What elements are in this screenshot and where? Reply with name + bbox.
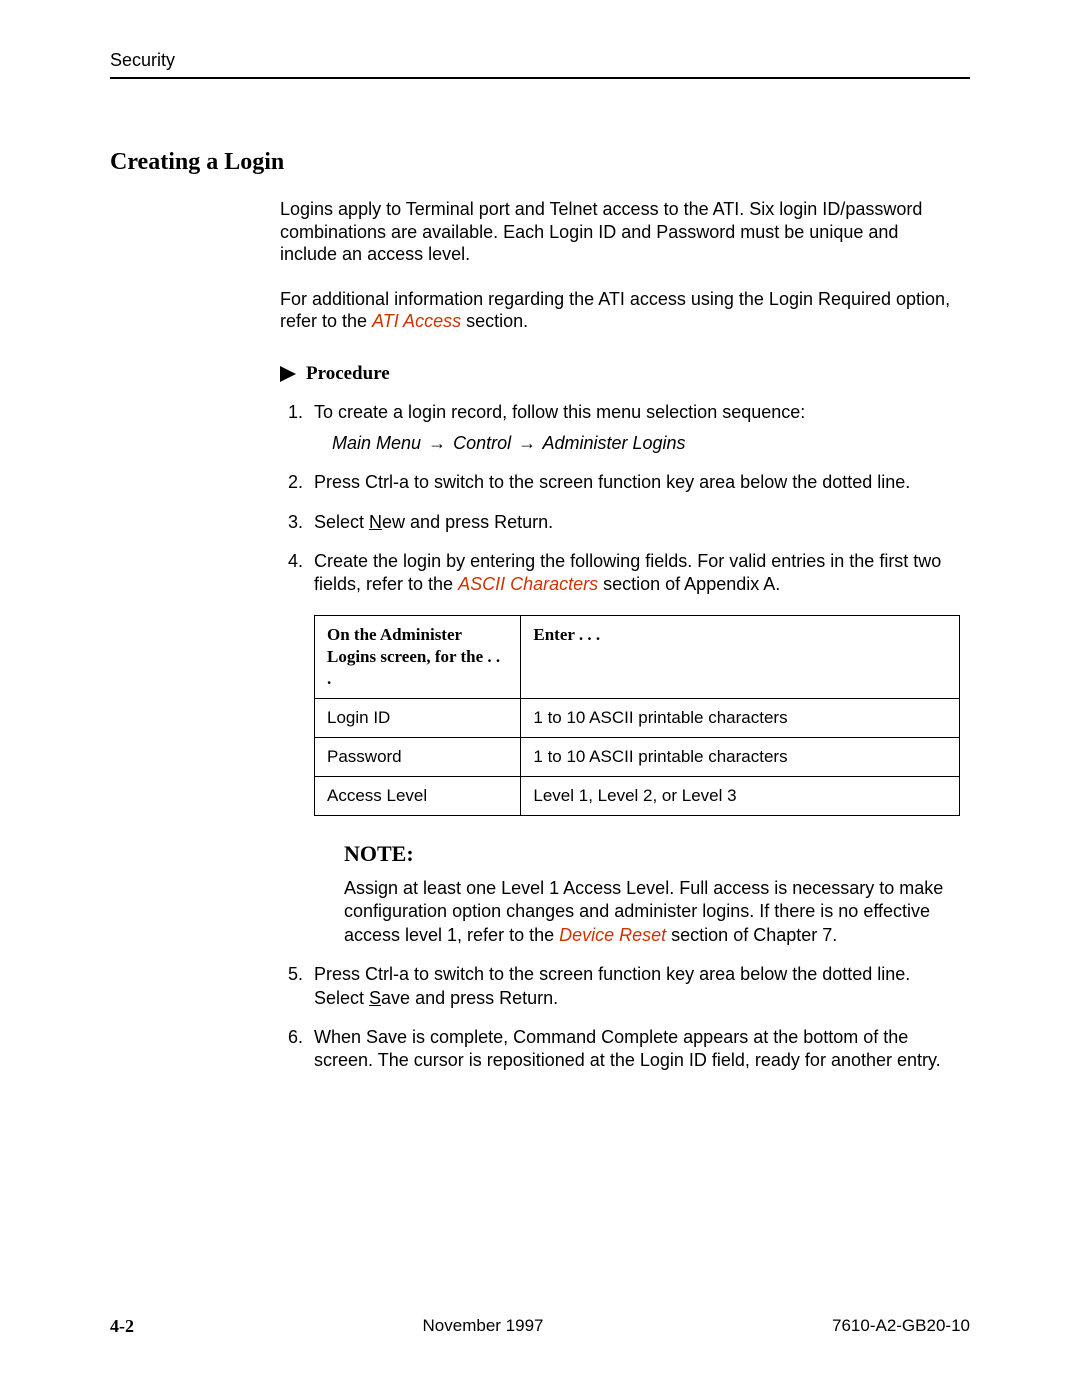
footer-page-number: 4-2	[110, 1316, 134, 1337]
ati-access-link[interactable]: ATI Access	[372, 311, 461, 331]
header-section: Security	[110, 50, 175, 71]
step-3-key: N	[369, 512, 382, 532]
table-cell: 1 to 10 ASCII printable characters	[521, 699, 960, 738]
table-cell: Login ID	[315, 699, 521, 738]
page-footer: 4-2 November 1997 7610-A2-GB20-10	[110, 1316, 970, 1337]
step-3-a: Select	[314, 512, 369, 532]
intro-paragraph-2: For additional information regarding the…	[280, 288, 960, 333]
step-3: Select New and press Return.	[308, 511, 960, 534]
menu-path-b: Control	[453, 433, 511, 453]
step-5-key: S	[369, 988, 381, 1008]
step-6: When Save is complete, Command Complete …	[308, 1026, 960, 1073]
intro2-text-b: section.	[461, 311, 528, 331]
step-5-b: ave and press Return.	[381, 988, 558, 1008]
arrow-right-icon: →	[426, 433, 448, 453]
page-header: Security	[110, 50, 970, 79]
table-row: Login ID 1 to 10 ASCII printable charact…	[315, 699, 960, 738]
procedure-heading: Procedure	[280, 363, 960, 385]
step-1: To create a login record, follow this me…	[308, 401, 960, 456]
table-cell: Level 1, Level 2, or Level 3	[521, 777, 960, 816]
ascii-characters-link[interactable]: ASCII Characters	[458, 574, 598, 594]
table-cell: 1 to 10 ASCII printable characters	[521, 738, 960, 777]
table-header-row: On the Administer Logins screen, for the…	[315, 615, 960, 698]
step-4-b: section of Appendix A.	[598, 574, 780, 594]
step-2: Press Ctrl-a to switch to the screen fun…	[308, 471, 960, 494]
fields-table: On the Administer Logins screen, for the…	[314, 615, 960, 817]
procedure-steps: To create a login record, follow this me…	[280, 401, 960, 1073]
table-header-2: Enter . . .	[521, 615, 960, 698]
step-4: Create the login by entering the followi…	[308, 550, 960, 947]
intro-paragraph-1: Logins apply to Terminal port and Telnet…	[280, 198, 960, 266]
table-row: Access Level Level 1, Level 2, or Level …	[315, 777, 960, 816]
procedure-label: Procedure	[306, 363, 390, 385]
step-3-b: ew and press Return.	[382, 512, 553, 532]
step-5: Press Ctrl-a to switch to the screen fun…	[308, 963, 960, 1010]
arrow-right-icon: →	[516, 433, 538, 453]
device-reset-link[interactable]: Device Reset	[559, 925, 666, 945]
menu-path: Main Menu → Control → Administer Logins	[332, 432, 960, 455]
table-header-1: On the Administer Logins screen, for the…	[315, 615, 521, 698]
note-body: Assign at least one Level 1 Access Level…	[344, 877, 960, 947]
note-body-b: section of Chapter 7.	[666, 925, 837, 945]
step-1-text: To create a login record, follow this me…	[314, 402, 805, 422]
footer-doc-id: 7610-A2-GB20-10	[832, 1316, 970, 1337]
table-cell: Password	[315, 738, 521, 777]
footer-date: November 1997	[423, 1316, 544, 1337]
menu-path-a: Main Menu	[332, 433, 421, 453]
note-block: NOTE: Assign at least one Level 1 Access…	[344, 840, 960, 947]
menu-path-c: Administer Logins	[542, 433, 685, 453]
section-title: Creating a Login	[110, 149, 970, 176]
table-cell: Access Level	[315, 777, 521, 816]
triangle-right-icon	[280, 366, 296, 382]
table-row: Password 1 to 10 ASCII printable charact…	[315, 738, 960, 777]
note-title: NOTE:	[344, 840, 960, 869]
